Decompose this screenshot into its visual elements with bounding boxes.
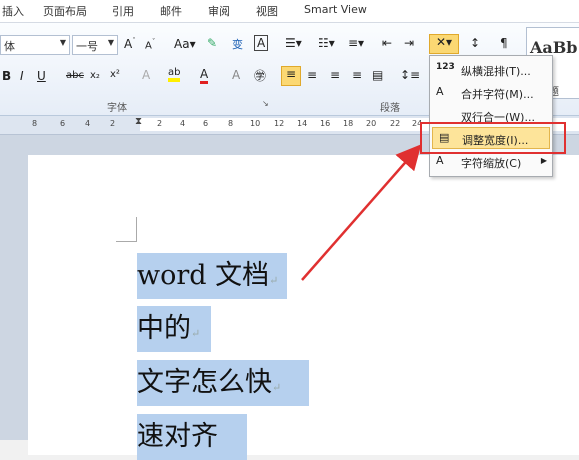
annotation-arrow xyxy=(301,144,422,281)
